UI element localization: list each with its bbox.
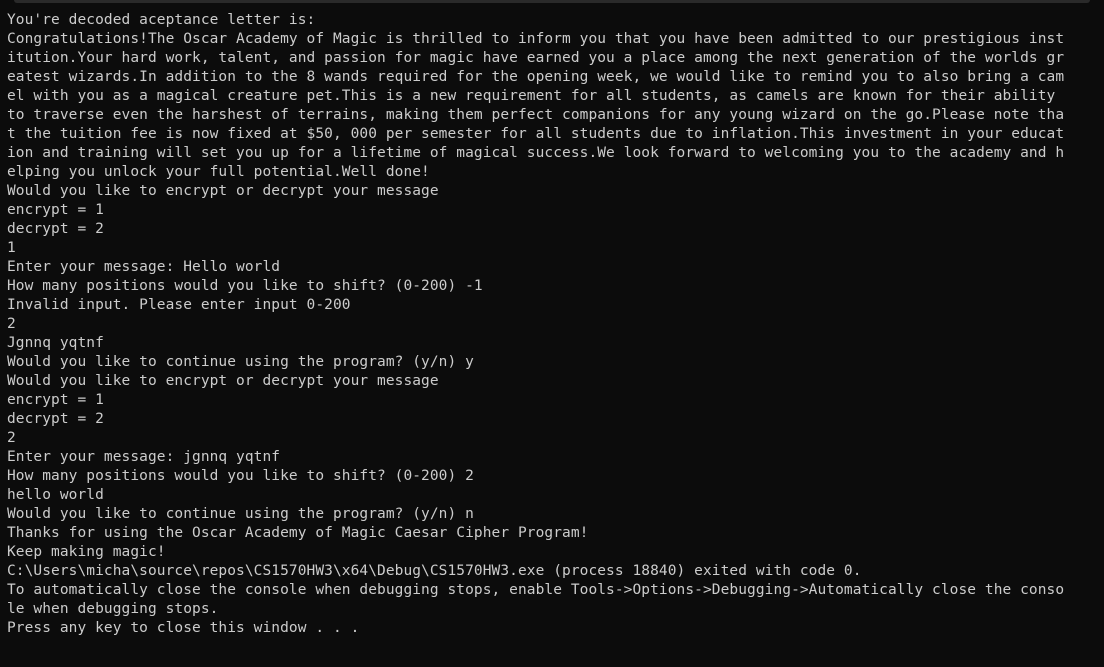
console-line: Would you like to continue using the pro… (7, 506, 474, 522)
console-line: hello world (7, 487, 104, 503)
console-line: itution.Your hard work, talent, and pass… (7, 50, 1065, 66)
console-line: le when debugging stops. (7, 601, 219, 617)
console-line: Congratulations!The Oscar Academy of Mag… (7, 31, 1065, 47)
console-line: Jgnnq yqtnf (7, 335, 104, 351)
console-output: You're decoded aceptance letter is: Cong… (7, 11, 1097, 638)
console-line: Would you like to encrypt or decrypt you… (7, 373, 439, 389)
console-line: encrypt = 1 (7, 392, 104, 408)
window-top-edge (0, 0, 1104, 4)
console-line: C:\Users\micha\source\repos\CS1570HW3\x6… (7, 563, 862, 579)
console-line: decrypt = 2 (7, 411, 104, 427)
console-line: Thanks for using the Oscar Academy of Ma… (7, 525, 589, 541)
console-window[interactable]: You're decoded aceptance letter is: Cong… (0, 0, 1104, 667)
console-line: Keep making magic! (7, 544, 166, 560)
tab-strip-edge (14, 0, 1090, 3)
console-line: encrypt = 1 (7, 202, 104, 218)
console-line: 2 (7, 430, 16, 446)
console-line: 2 (7, 316, 16, 332)
console-line: elping you unlock your full potential.We… (7, 164, 430, 180)
console-line: Enter your message: jgnnq yqtnf (7, 449, 281, 465)
console-line: decrypt = 2 (7, 221, 104, 237)
console-line: to traverse even the harshest of terrain… (7, 107, 1065, 123)
console-line: Would you like to continue using the pro… (7, 354, 474, 370)
console-line: el with you as a magical creature pet.Th… (7, 88, 1056, 104)
console-line: Would you like to encrypt or decrypt you… (7, 183, 439, 199)
console-line: You're decoded aceptance letter is: (7, 12, 316, 28)
console-line: How many positions would you like to shi… (7, 468, 474, 484)
console-prompt-line: Press any key to close this window . . . (7, 620, 360, 636)
console-line: To automatically close the console when … (7, 582, 1065, 598)
console-line: How many positions would you like to shi… (7, 278, 483, 294)
console-line: eatest wizards.In addition to the 8 wand… (7, 69, 1065, 85)
console-line: Invalid input. Please enter input 0-200 (7, 297, 351, 313)
console-line: Enter your message: Hello world (7, 259, 281, 275)
console-line: 1 (7, 240, 16, 256)
console-line: ion and training will set you up for a l… (7, 145, 1065, 161)
console-line: t the tuition fee is now fixed at $50, 0… (7, 126, 1065, 142)
